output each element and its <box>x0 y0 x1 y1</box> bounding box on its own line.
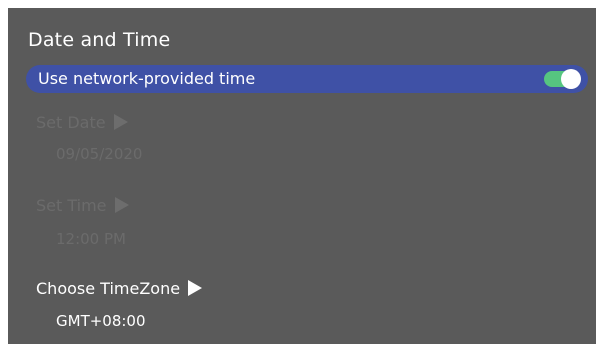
page-title: Date and Time <box>28 29 171 51</box>
date-time-panel: Date and Time Use network-provided time … <box>8 8 596 344</box>
network-time-toggle[interactable] <box>544 69 581 89</box>
set-date-value: 09/05/2020 <box>56 145 143 163</box>
choose-timezone-item[interactable]: Choose TimeZone <box>36 279 203 298</box>
set-time-arrow-icon <box>114 197 129 213</box>
choose-timezone-label: Choose TimeZone <box>36 279 181 298</box>
set-time-value: 12:00 PM <box>56 230 126 248</box>
set-date-item[interactable]: Set Date <box>36 113 128 132</box>
network-time-row[interactable]: Use network-provided time <box>26 65 588 93</box>
network-time-label: Use network-provided time <box>38 69 256 88</box>
set-time-label: Set Time <box>36 196 107 215</box>
set-date-arrow-icon <box>113 114 128 130</box>
set-date-label: Set Date <box>36 113 106 132</box>
toggle-knob <box>561 69 581 89</box>
set-time-item[interactable]: Set Time <box>36 196 129 215</box>
timezone-value: GMT+08:00 <box>56 312 146 330</box>
choose-timezone-arrow-icon <box>188 280 203 296</box>
